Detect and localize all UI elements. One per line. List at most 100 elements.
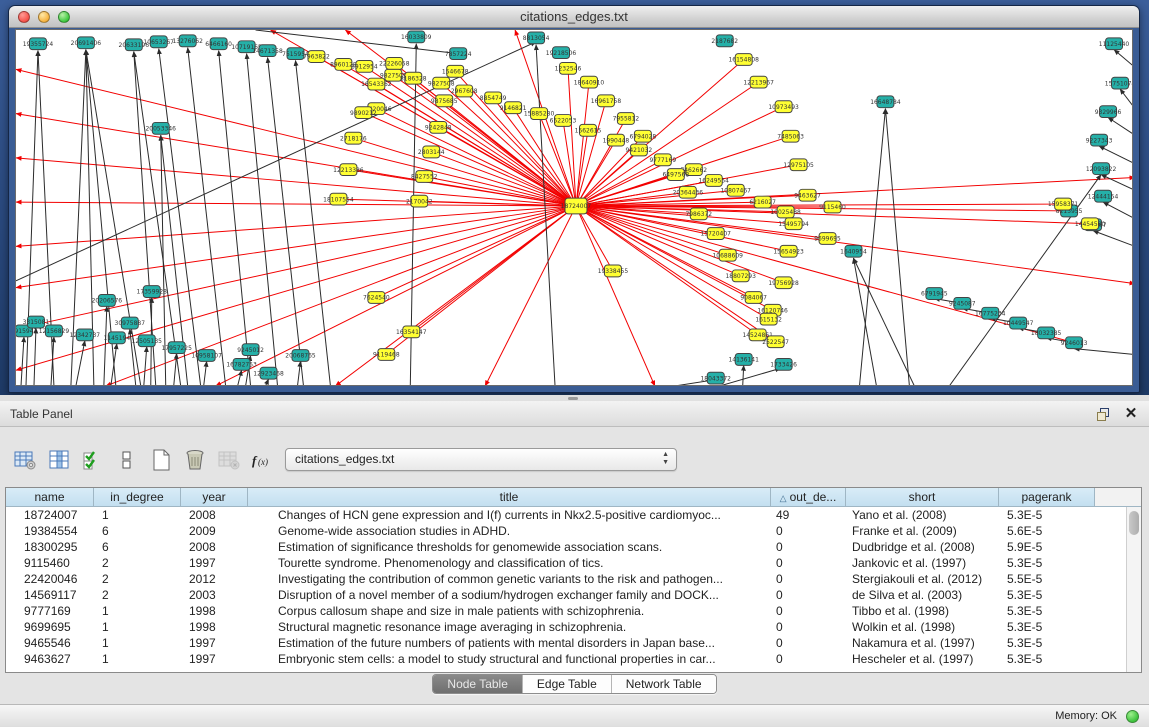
- graph-node-label: 16543362: [361, 81, 392, 88]
- cell-in-degree: 1: [94, 651, 181, 667]
- graph-edge: [853, 258, 876, 385]
- table-row[interactable]: 911546021997Tourette syndrome. Phenomeno…: [6, 555, 1141, 571]
- graph-node-label: 8912954: [351, 64, 378, 71]
- tab-node-table[interactable]: Node Table: [433, 675, 523, 693]
- close-panel-icon[interactable]: ✕: [1123, 406, 1139, 422]
- table-row[interactable]: 2242004622012Investigating the contribut…: [6, 571, 1141, 587]
- graph-node-label: 12156829: [39, 328, 70, 335]
- table-vertical-scrollbar[interactable]: [1126, 507, 1141, 672]
- new-document-icon[interactable]: [148, 447, 174, 473]
- graph-node-label: 12093822: [1086, 166, 1117, 173]
- node-table: namein_degreeyeartitle△out_de...shortpag…: [5, 487, 1142, 673]
- citation-network-graph[interactable]: 1935572420691406206331961065326713276062…: [16, 30, 1132, 385]
- network-canvas[interactable]: 1935572420691406206331961065326713276062…: [15, 29, 1133, 386]
- column-header-name[interactable]: name: [6, 488, 94, 507]
- show-columns-icon[interactable]: [46, 447, 72, 473]
- cell-title: Estimation of the future numbers of pati…: [248, 635, 771, 651]
- graph-node-label: 2803144: [418, 149, 445, 156]
- cell-year: 2008: [181, 507, 248, 523]
- graph-node-label: 19355724: [23, 41, 54, 48]
- cell-year: 2012: [181, 571, 248, 587]
- window-titlebar[interactable]: citations_edges.txt: [9, 6, 1139, 28]
- graph-edge: [104, 306, 107, 385]
- float-panel-icon[interactable]: [1095, 406, 1111, 422]
- graph-node-label: 10653267: [144, 39, 175, 46]
- graph-edge: [1093, 231, 1132, 247]
- cell-in-degree: 1: [94, 507, 181, 523]
- table-row[interactable]: 977716911998Corpus callosum shape and si…: [6, 603, 1141, 619]
- graph-node-label: 7963822: [303, 54, 330, 61]
- table-row[interactable]: 969969511998Structural magnetic resonanc…: [6, 619, 1141, 635]
- cell-short: Franke et al. (2009): [846, 523, 999, 539]
- cell-in-degree: 1: [94, 603, 181, 619]
- cell-short: Hescheler et al. (1997): [846, 651, 999, 667]
- network-view-window[interactable]: citations_edges.txt 19355724206914062063…: [8, 5, 1140, 393]
- graph-edge: [238, 370, 242, 385]
- table-tabs-bar: Node TableEdge TableNetwork Table: [0, 674, 1149, 696]
- graph-edge: [219, 51, 251, 385]
- scrollbar-thumb[interactable]: [1129, 511, 1139, 535]
- cell-name: 14569117: [6, 587, 94, 603]
- graph-node-label: 18807293: [725, 273, 756, 280]
- graph-node-label: 1145194: [103, 335, 130, 342]
- cell-in-degree: 6: [94, 523, 181, 539]
- cell-out-de-: 0: [771, 603, 846, 619]
- graph-node-label: 6794028: [630, 133, 657, 140]
- table-panel-header: Table Panel ✕: [0, 401, 1149, 427]
- table-settings-icon[interactable]: [12, 447, 38, 473]
- graph-node-label: 18640910: [574, 79, 605, 86]
- table-row[interactable]: 946554611997Estimation of the future num…: [6, 635, 1141, 651]
- graph-edge: [297, 361, 300, 385]
- cell-pagerank: 5.3E-5: [999, 555, 1095, 571]
- graph-node-label: 9119468: [373, 352, 400, 359]
- graph-node-label: 15720407: [701, 231, 732, 238]
- table-row[interactable]: 1830029562008Estimation of significance …: [6, 539, 1141, 555]
- graph-edge: [21, 337, 24, 385]
- column-header-out-de-[interactable]: △out_de...: [771, 488, 846, 507]
- selected-network-table: citations_edges.txt: [295, 449, 394, 470]
- cell-name: 19384554: [6, 523, 94, 539]
- graph-node-label: 3315081: [23, 319, 50, 326]
- cell-year: 1998: [181, 603, 248, 619]
- function-icon[interactable]: f(x): [250, 447, 276, 473]
- import-table-icon[interactable]: [216, 447, 242, 473]
- table-row[interactable]: 946362711997Embryonic stem cells: a mode…: [6, 651, 1141, 667]
- cell-out-de-: 0: [771, 651, 846, 667]
- table-row[interactable]: 1872400712008Changes of HCN gene express…: [6, 507, 1141, 523]
- cell-pagerank: 5.3E-5: [999, 587, 1095, 603]
- table-row[interactable]: 1456911722003Disruption of a novel membe…: [6, 587, 1141, 603]
- graph-node-label: 6466160: [205, 41, 232, 48]
- cell-title: Genome-wide association studies in ADHD.: [248, 523, 771, 539]
- cell-pagerank: 5.3E-5: [999, 635, 1095, 651]
- cell-name: 18300295: [6, 539, 94, 555]
- graph-edge: [743, 365, 744, 385]
- graph-node-label: 1640954: [840, 248, 867, 255]
- tab-network-table[interactable]: Network Table: [612, 675, 716, 693]
- graph-node-label: 10958107: [191, 353, 222, 360]
- cell-name: 18724007: [6, 507, 94, 523]
- graph-node-label: 12923468: [253, 370, 284, 377]
- graph-node-label: 9146821: [500, 105, 527, 112]
- network-table-selector[interactable]: citations_edges.txt ▲▼: [285, 448, 677, 471]
- column-header-in-degree[interactable]: in_degree: [94, 488, 181, 507]
- graph-edge: [16, 206, 576, 329]
- graph-node-label: 1546678: [442, 69, 469, 76]
- cell-title: Tourette syndrome. Phenomenology and cla…: [248, 555, 771, 571]
- graph-node-label: 12213967: [743, 79, 774, 86]
- tab-edge-table[interactable]: Edge Table: [523, 675, 612, 693]
- graph-node-label: 20053346: [146, 126, 177, 133]
- graph-node-label: 14671358: [252, 48, 283, 55]
- graph-node-label: 10449547: [1003, 320, 1034, 327]
- rows-icon[interactable]: [114, 447, 140, 473]
- column-header-filler: [1095, 488, 1141, 507]
- select-all-icon[interactable]: [80, 447, 106, 473]
- delete-icon[interactable]: [182, 447, 208, 473]
- graph-node-label: 12505135: [132, 338, 163, 345]
- column-header-year[interactable]: year: [181, 488, 248, 507]
- graph-node-label: 7986372: [685, 211, 712, 218]
- column-header-title[interactable]: title: [248, 488, 771, 507]
- column-header-pagerank[interactable]: pagerank: [999, 488, 1095, 507]
- table-row[interactable]: 1938455462009Genome-wide association stu…: [6, 523, 1141, 539]
- cell-short: Jankovic et al. (1997): [846, 555, 999, 571]
- column-header-short[interactable]: short: [846, 488, 999, 507]
